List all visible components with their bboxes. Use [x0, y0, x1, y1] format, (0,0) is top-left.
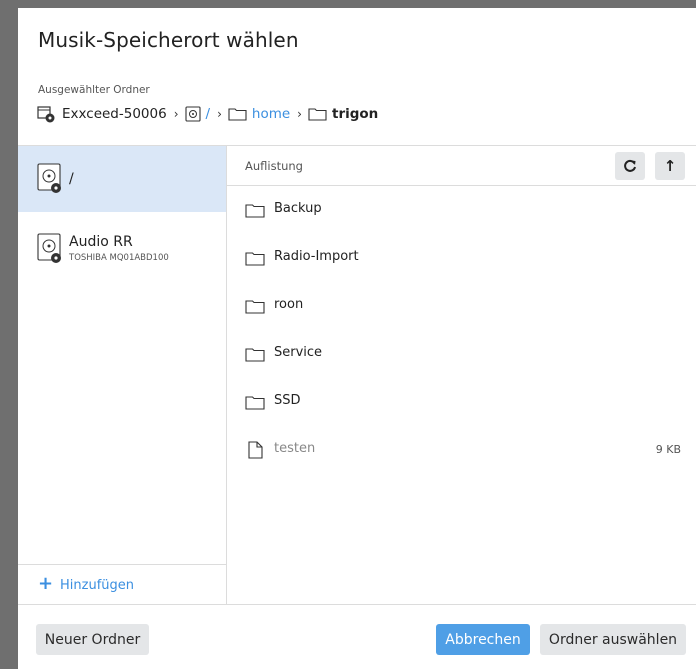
item-name: testen: [274, 441, 316, 456]
list-item-folder[interactable]: SSD: [227, 378, 696, 426]
list-item-folder[interactable]: Radio-Import: [227, 234, 696, 282]
hard-disk-icon: [37, 233, 63, 269]
folder-listing: Auflistung ↑ Backup Radio-Import roon Se…: [227, 146, 696, 604]
file-icon: [248, 441, 263, 463]
folder-icon: [245, 395, 265, 414]
volume-item-root[interactable]: /: [18, 146, 226, 212]
item-name: Radio-Import: [274, 249, 359, 264]
breadcrumb-device-label: Exxceed-50006: [62, 106, 167, 122]
item-name: roon: [274, 297, 304, 312]
add-volume-button[interactable]: + Hinzufügen: [18, 564, 226, 605]
breadcrumb-device[interactable]: Exxceed-50006: [36, 105, 167, 123]
breadcrumb-separator: ›: [217, 107, 222, 121]
breadcrumb-current: trigon: [308, 106, 378, 122]
breadcrumb-root-label: /: [205, 106, 211, 122]
breadcrumb-home-label: home: [251, 106, 291, 122]
list-item-folder[interactable]: roon: [227, 282, 696, 330]
hard-disk-icon: [37, 163, 63, 199]
dialog-title: Musik-Speicherort wählen: [38, 28, 299, 52]
folder-icon: [245, 203, 265, 222]
item-size: 9 KB: [655, 443, 681, 456]
refresh-button[interactable]: [615, 152, 645, 180]
selected-folder-label: Ausgewählter Ordner: [38, 84, 150, 96]
breadcrumb-separator: ›: [173, 107, 179, 121]
breadcrumb-separator: ›: [297, 107, 302, 121]
network-drive-icon: [36, 105, 56, 123]
volume-subtitle: TOSHIBA MQ01ABD100: [69, 253, 169, 263]
folder-icon: [228, 107, 247, 121]
dialog-footer: Neuer Ordner Abbrechen Ordner auswählen: [18, 604, 696, 669]
add-volume-label: Hinzufügen: [60, 578, 134, 593]
folder-chooser-dialog: Musik-Speicherort wählen Ausgewählter Or…: [18, 8, 696, 669]
breadcrumb-current-label: trigon: [331, 106, 379, 122]
arrow-up-icon: ↑: [663, 157, 677, 175]
folder-icon: [245, 347, 265, 366]
choose-folder-button[interactable]: Ordner auswählen: [540, 624, 686, 655]
parent-folder-button[interactable]: ↑: [655, 152, 685, 180]
item-name: SSD: [274, 393, 301, 408]
folder-icon: [308, 107, 327, 121]
refresh-icon: [624, 159, 636, 172]
volume-sidebar: / Audio RR TOSHIBA MQ01ABD100 + Hinzufüg…: [18, 146, 227, 604]
listing-title: Auflistung: [245, 159, 303, 173]
plus-icon: +: [38, 573, 54, 594]
list-item-file[interactable]: testen 9 KB: [227, 426, 696, 474]
volume-item-audio-rr[interactable]: Audio RR TOSHIBA MQ01ABD100: [18, 212, 226, 278]
item-name: Backup: [274, 201, 322, 216]
new-folder-button[interactable]: Neuer Ordner: [36, 624, 149, 655]
browser-panes: / Audio RR TOSHIBA MQ01ABD100 + Hinzufüg…: [18, 145, 696, 605]
breadcrumb-root[interactable]: /: [184, 106, 211, 122]
list-item-folder[interactable]: Backup: [227, 186, 696, 234]
item-name: Service: [274, 345, 323, 360]
breadcrumb: Exxceed-50006 › / › home › trigon: [36, 105, 378, 123]
folder-icon: [245, 299, 265, 318]
cancel-button[interactable]: Abbrechen: [436, 624, 530, 655]
listing-header: Auflistung ↑: [227, 146, 696, 186]
volume-name: /: [69, 171, 74, 187]
breadcrumb-home[interactable]: home: [228, 106, 290, 122]
folder-icon: [245, 251, 265, 270]
volume-name: Audio RR: [69, 234, 133, 250]
list-item-folder[interactable]: Service: [227, 330, 696, 378]
disk-icon: [184, 106, 201, 122]
